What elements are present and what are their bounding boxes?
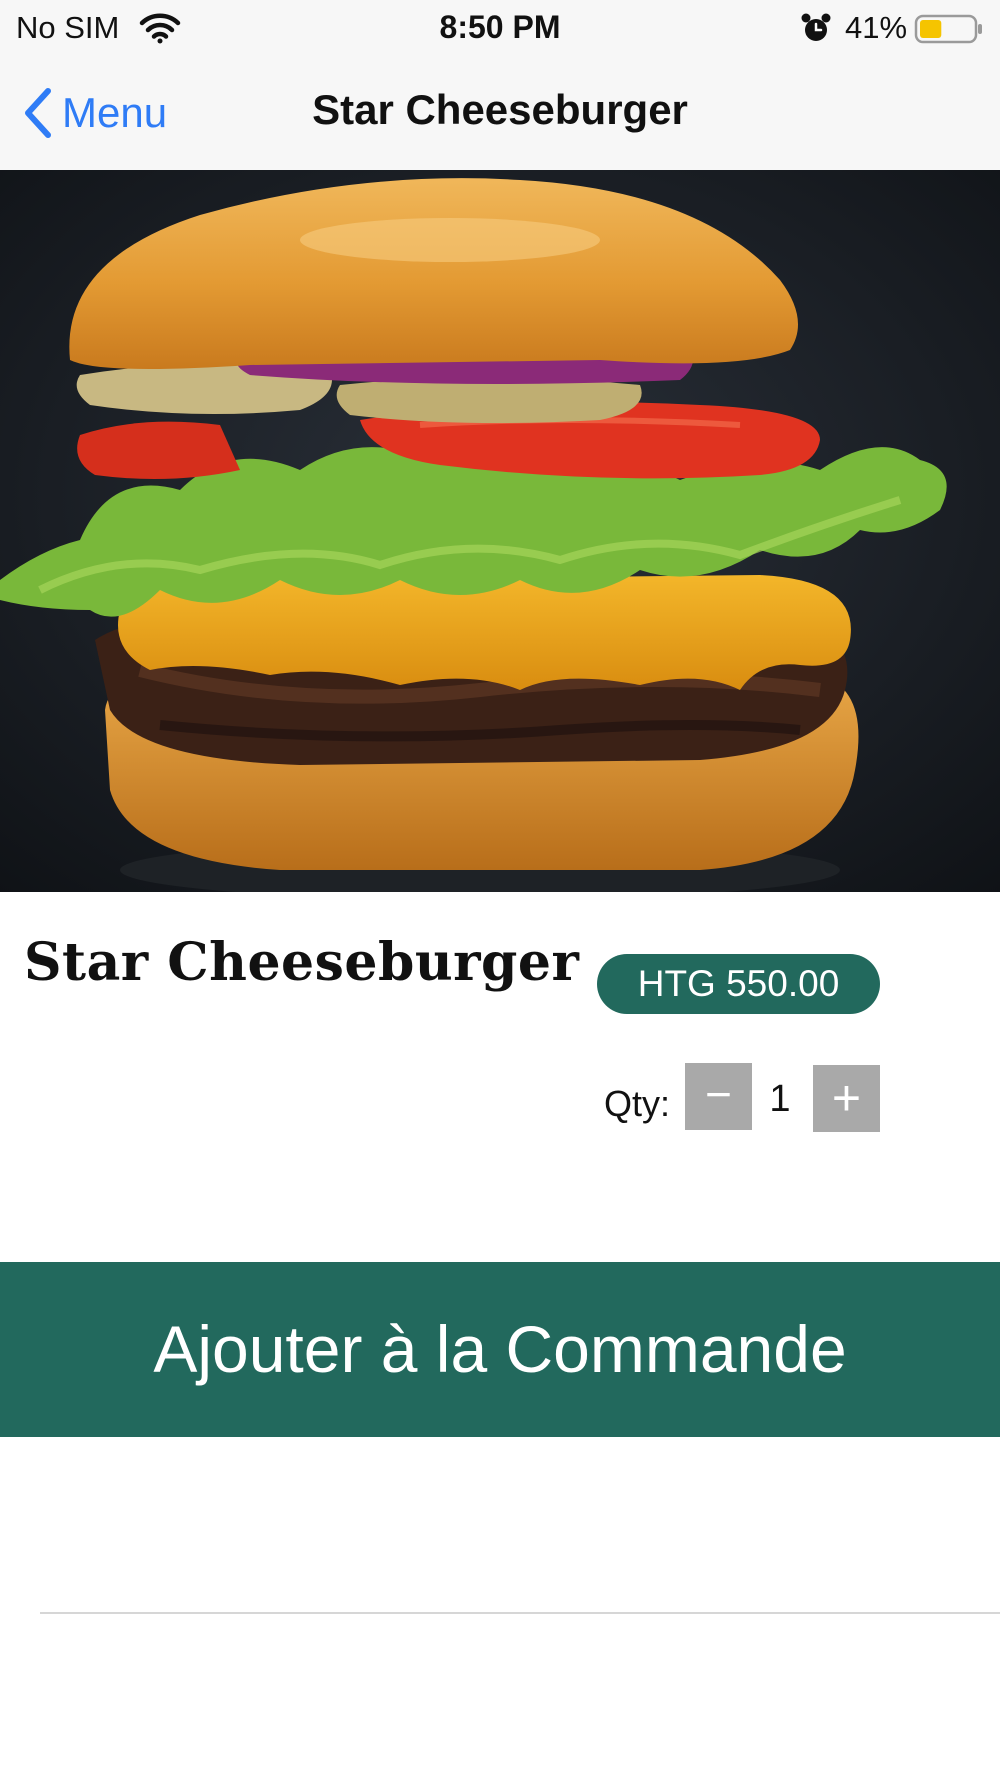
divider [40,1612,1000,1614]
navigation-bar: Menu Star Cheeseburger [0,56,1000,170]
increase-quantity-button[interactable]: + [813,1065,880,1132]
page-title: Star Cheeseburger [312,86,688,133]
price-badge: HTG 550.00 [597,954,880,1014]
quantity-value: 1 [769,1078,791,1120]
product-image [0,170,1000,892]
battery-percentage: 41% [845,10,908,45]
status-bar: No SIM 8:50 PM 41% [0,0,1000,56]
alarm-icon [801,13,831,41]
quantity-label: Qty: [604,1083,671,1124]
decrease-quantity-button[interactable]: − [685,1063,752,1130]
battery-icon [914,14,982,44]
product-name: Star Cheeseburger [24,932,580,993]
add-to-order-button[interactable]: Ajouter à la Commande [0,1262,1000,1437]
